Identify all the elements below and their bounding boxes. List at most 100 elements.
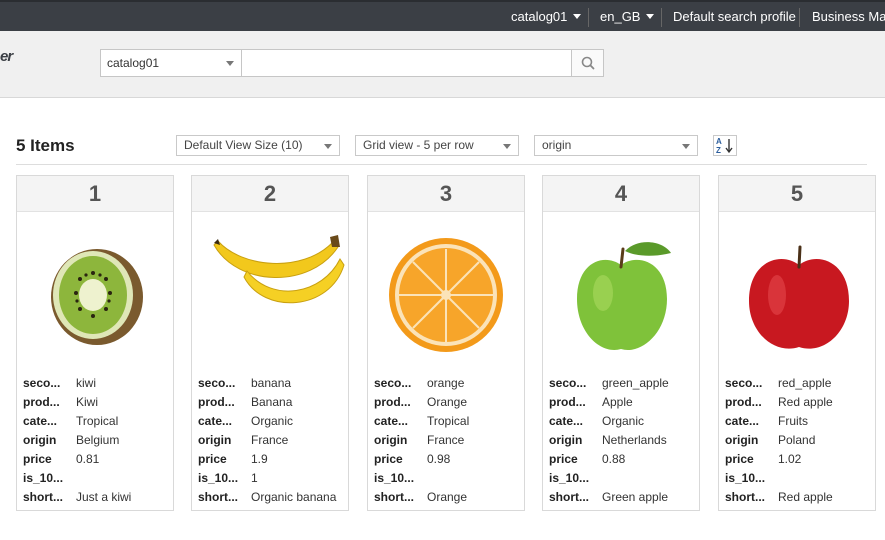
field-row: is_10... — [374, 469, 520, 488]
field-row: prod... Orange — [374, 393, 520, 412]
field-row: seco... red_apple — [725, 374, 871, 393]
field-value: Netherlands — [602, 433, 667, 447]
view-size-dropdown[interactable]: Default View Size (10) — [176, 135, 340, 156]
field-value: red_apple — [778, 376, 832, 390]
field-key: short... — [549, 490, 590, 504]
field-key: origin — [23, 433, 57, 447]
field-value: Tropical — [76, 414, 119, 428]
search-profile-link[interactable]: Default search profile — [673, 2, 796, 33]
field-row: prod... Apple — [549, 393, 695, 412]
catalog-select[interactable]: catalog01 — [101, 50, 242, 76]
sort-direction-button[interactable]: A Z — [713, 135, 737, 156]
chevron-down-icon — [573, 14, 582, 19]
product-card[interactable]: 2 seco... banana prod... Banana cate... Organ… — [191, 175, 349, 511]
logo: er — [0, 48, 13, 65]
field-row: prod... Kiwi — [23, 393, 169, 412]
field-value: Organic banana — [251, 490, 337, 504]
field-key: seco... — [198, 376, 236, 390]
field-key: cate... — [725, 414, 760, 428]
field-value: orange — [427, 376, 465, 390]
grid-view-dropdown[interactable]: Grid view - 5 per row — [355, 135, 519, 156]
field-value: Just a kiwi — [76, 490, 132, 504]
field-value: Apple — [602, 395, 633, 409]
field-key: price — [374, 452, 403, 466]
field-key: price — [198, 452, 227, 466]
field-key: is_10... — [725, 471, 766, 485]
field-key: seco... — [23, 376, 61, 390]
chevron-down-icon — [682, 144, 690, 149]
field-value: Tropical — [427, 414, 470, 428]
grid-view-label: Grid view - 5 per row — [363, 138, 474, 152]
sort-field-dropdown[interactable]: origin — [534, 135, 698, 156]
field-value: Organic — [602, 414, 645, 428]
product-card[interactable]: 1 seco... kiwi prod... Kiwi cate... Tropical o… — [16, 175, 174, 511]
locale-dropdown-label: en_GB — [600, 9, 641, 24]
field-value: green_apple — [602, 376, 669, 390]
svg-text:A: A — [716, 137, 722, 146]
field-value: 1.02 — [778, 452, 802, 466]
field-key: price — [23, 452, 52, 466]
divider — [588, 8, 589, 27]
field-row: short... Orange — [374, 488, 520, 507]
kiwi-image — [17, 213, 173, 373]
field-key: short... — [725, 490, 766, 504]
chevron-down-icon — [226, 61, 234, 66]
field-key: is_10... — [374, 471, 415, 485]
field-row: short... Green apple — [549, 488, 695, 507]
product-card[interactable]: 4 seco... green_apple prod... Apple cate... O… — [542, 175, 700, 511]
card-rank: 5 — [719, 176, 875, 212]
field-key: seco... — [374, 376, 412, 390]
field-value: Red apple — [778, 490, 833, 504]
divider — [661, 8, 662, 27]
field-row: cate... Tropical — [23, 412, 169, 431]
card-fields: seco... red_apple prod... Red apple cate... F… — [725, 374, 871, 507]
card-fields: seco... kiwi prod... Kiwi cate... Tropical ori… — [23, 374, 169, 507]
field-key: prod... — [198, 395, 235, 409]
field-value: Red apple — [778, 395, 833, 409]
field-row: seco... orange — [374, 374, 520, 393]
field-row: short... Just a kiwi — [23, 488, 169, 507]
field-row: price 0.88 — [549, 450, 695, 469]
field-value: 1.9 — [251, 452, 268, 466]
field-row: prod... Banana — [198, 393, 344, 412]
field-value: Kiwi — [76, 395, 99, 409]
field-row: origin Poland — [725, 431, 871, 450]
field-value: 0.88 — [602, 452, 626, 466]
product-card[interactable]: 5 seco... red_apple prod... Red apple cate..… — [718, 175, 876, 511]
field-row: is_10... 1 — [198, 469, 344, 488]
field-key: is_10... — [549, 471, 590, 485]
field-key: is_10... — [23, 471, 64, 485]
card-fields: seco... banana prod... Banana cate... Organic… — [198, 374, 344, 507]
field-value: Fruits — [778, 414, 808, 428]
card-fields: seco... green_apple prod... Apple cate... Org… — [549, 374, 695, 507]
field-row: is_10... — [549, 469, 695, 488]
business-manager-link[interactable]: Business Ma — [812, 2, 885, 33]
search-icon — [581, 56, 595, 70]
field-value: France — [427, 433, 465, 447]
card-rank: 3 — [368, 176, 524, 212]
field-row: cate... Organic — [198, 412, 344, 431]
field-key: origin — [549, 433, 583, 447]
field-key: short... — [23, 490, 64, 504]
field-key: cate... — [374, 414, 409, 428]
field-key: cate... — [549, 414, 584, 428]
field-value: Green apple — [602, 490, 669, 504]
field-key: short... — [198, 490, 239, 504]
view-size-label: Default View Size (10) — [184, 138, 303, 152]
field-row: seco... kiwi — [23, 374, 169, 393]
field-key: seco... — [549, 376, 587, 390]
field-key: cate... — [23, 414, 58, 428]
field-key: price — [549, 452, 578, 466]
field-value: banana — [251, 376, 292, 390]
locale-dropdown[interactable]: en_GB — [600, 2, 655, 33]
catalog-select-label: catalog01 — [107, 56, 160, 70]
catalog-dropdown[interactable]: catalog01 — [511, 2, 582, 33]
product-card[interactable]: 3 seco... orange prod... Orange cate... Tropi… — [367, 175, 525, 511]
field-row: cate... Fruits — [725, 412, 871, 431]
field-value: Organic — [251, 414, 294, 428]
search-input[interactable] — [243, 50, 571, 76]
search-button[interactable] — [571, 50, 603, 76]
field-value: 0.81 — [76, 452, 100, 466]
card-rank: 4 — [543, 176, 699, 212]
field-value: 1 — [251, 471, 258, 485]
